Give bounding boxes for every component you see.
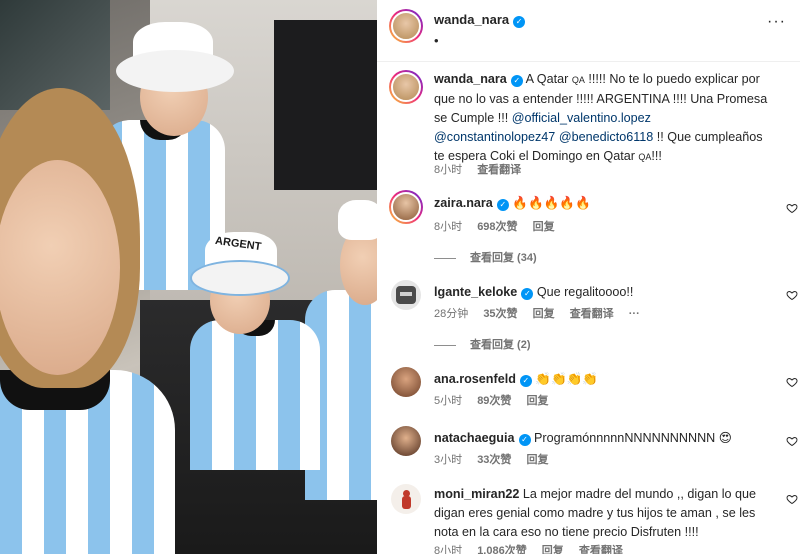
reply-button[interactable]: 回复 bbox=[533, 221, 555, 233]
like-count[interactable]: 33次赞 bbox=[477, 454, 511, 466]
more-options-icon[interactable]: ··· bbox=[767, 13, 786, 31]
heart-icon[interactable] bbox=[786, 435, 798, 447]
comment-time[interactable]: 3小时 bbox=[434, 454, 462, 466]
reply-button[interactable]: 回复 bbox=[542, 545, 564, 554]
heart-icon[interactable] bbox=[786, 376, 798, 388]
comments-panel: wanda_nara ✓ • ··· wanda_nara ✓ A Qatar QA… bbox=[377, 0, 800, 554]
flag-qatar: QA bbox=[571, 75, 585, 85]
comment-text: zaira.nara ✓ 🔥🔥🔥🔥🔥 bbox=[434, 194, 774, 213]
comment-body: ProgramónnnnnNNNNNNNNNN 😍 bbox=[534, 431, 732, 445]
header-subtitle: • bbox=[434, 33, 439, 48]
heart-icon[interactable] bbox=[786, 493, 798, 505]
comment-more-icon[interactable]: ··· bbox=[629, 308, 640, 320]
reply-button[interactable]: 回复 bbox=[527, 454, 549, 466]
author-username[interactable]: wanda_nara ✓ bbox=[434, 12, 526, 28]
caption-meta: 8小时 查看翻译 bbox=[434, 161, 533, 177]
like-count[interactable]: 35次赞 bbox=[483, 308, 517, 320]
commenter-avatar[interactable] bbox=[389, 190, 423, 224]
comment-meta: 5小时 89次赞 回复 bbox=[434, 392, 561, 408]
verified-icon: ✓ bbox=[510, 75, 523, 87]
comment-body: 👏👏👏👏 bbox=[535, 372, 599, 386]
comment-text: ana.rosenfeld ✓ 👏👏👏👏 bbox=[434, 370, 774, 389]
commenter-username[interactable]: natachaeguia bbox=[434, 431, 515, 445]
comment-time[interactable]: 8小时 bbox=[434, 545, 462, 554]
comment-time[interactable]: 28分钟 bbox=[434, 308, 468, 320]
comment-text: moni_miran22 La mejor madre del mundo ,,… bbox=[434, 485, 774, 542]
comment-time[interactable]: 8小时 bbox=[434, 221, 462, 233]
reply-button[interactable]: 回复 bbox=[533, 308, 555, 320]
verified-icon: ✓ bbox=[513, 16, 526, 28]
like-count[interactable]: 1,086次赞 bbox=[477, 545, 527, 554]
post-photo[interactable]: ARGENT bbox=[0, 0, 377, 554]
verified-icon: ✓ bbox=[518, 434, 531, 446]
comment-meta: 8小时 1,086次赞 回复 查看翻译 bbox=[434, 542, 635, 554]
commenter-avatar[interactable] bbox=[391, 426, 421, 456]
author-avatar[interactable] bbox=[389, 9, 423, 43]
heart-icon[interactable] bbox=[786, 202, 798, 214]
commenter-username[interactable]: moni_miran22 bbox=[434, 487, 519, 501]
background-tv bbox=[274, 20, 377, 190]
caption-text: wanda_nara ✓ A Qatar QA !!!!! No te lo pu… bbox=[434, 72, 768, 163]
post-header: wanda_nara ✓ • ··· bbox=[377, 0, 800, 62]
comment-meta: 28分钟 35次赞 回复 查看翻译 ··· bbox=[434, 305, 652, 321]
commenter-avatar[interactable] bbox=[391, 280, 421, 310]
comment-body: 🔥🔥🔥🔥🔥 bbox=[512, 196, 591, 210]
view-replies-button[interactable]: 查看回复 (34) bbox=[434, 249, 537, 265]
comment-text: natachaeguia ✓ ProgramónnnnnNNNNNNNNNN 😍 bbox=[434, 429, 774, 448]
mention-link[interactable]: @constantinolopez47 bbox=[434, 130, 555, 144]
mention-link[interactable]: @benedicto6118 bbox=[559, 130, 653, 144]
commenter-username[interactable]: zaira.nara bbox=[434, 196, 493, 210]
commenter-username[interactable]: ana.rosenfeld bbox=[434, 372, 516, 386]
comment-body: Que regalitoooo!! bbox=[536, 285, 634, 299]
reply-button[interactable]: 回复 bbox=[527, 395, 549, 407]
translate-link[interactable]: 查看翻译 bbox=[477, 164, 521, 176]
heart-icon[interactable] bbox=[786, 289, 798, 301]
verified-icon: ✓ bbox=[521, 288, 534, 300]
commenter-avatar[interactable] bbox=[391, 484, 421, 514]
caption-avatar[interactable] bbox=[389, 70, 423, 104]
caption-username[interactable]: wanda_nara bbox=[434, 72, 507, 86]
verified-icon: ✓ bbox=[519, 375, 532, 387]
commenter-avatar[interactable] bbox=[391, 367, 421, 397]
commenter-username[interactable]: lgante_keloke bbox=[434, 285, 517, 299]
view-replies-button[interactable]: 查看回复 (2) bbox=[434, 336, 531, 352]
flag-qatar: QA bbox=[638, 152, 652, 162]
verified-icon: ✓ bbox=[496, 199, 509, 211]
comment-text: lgante_keloke ✓ Que regalitoooo!! bbox=[434, 283, 774, 302]
comment-meta: 8小时 698次赞 回复 bbox=[434, 218, 567, 234]
translate-link[interactable]: 查看翻译 bbox=[579, 545, 623, 554]
comment-meta: 3小时 33次赞 回复 bbox=[434, 451, 561, 467]
translate-link[interactable]: 查看翻译 bbox=[570, 308, 614, 320]
like-count[interactable]: 89次赞 bbox=[477, 395, 511, 407]
replies-line bbox=[434, 257, 456, 259]
comment-time[interactable]: 5小时 bbox=[434, 395, 462, 407]
replies-line bbox=[434, 344, 456, 346]
like-count[interactable]: 698次赞 bbox=[477, 221, 517, 233]
mention-link[interactable]: @official_valentino.lopez bbox=[512, 111, 651, 125]
caption-time[interactable]: 8小时 bbox=[434, 164, 462, 176]
